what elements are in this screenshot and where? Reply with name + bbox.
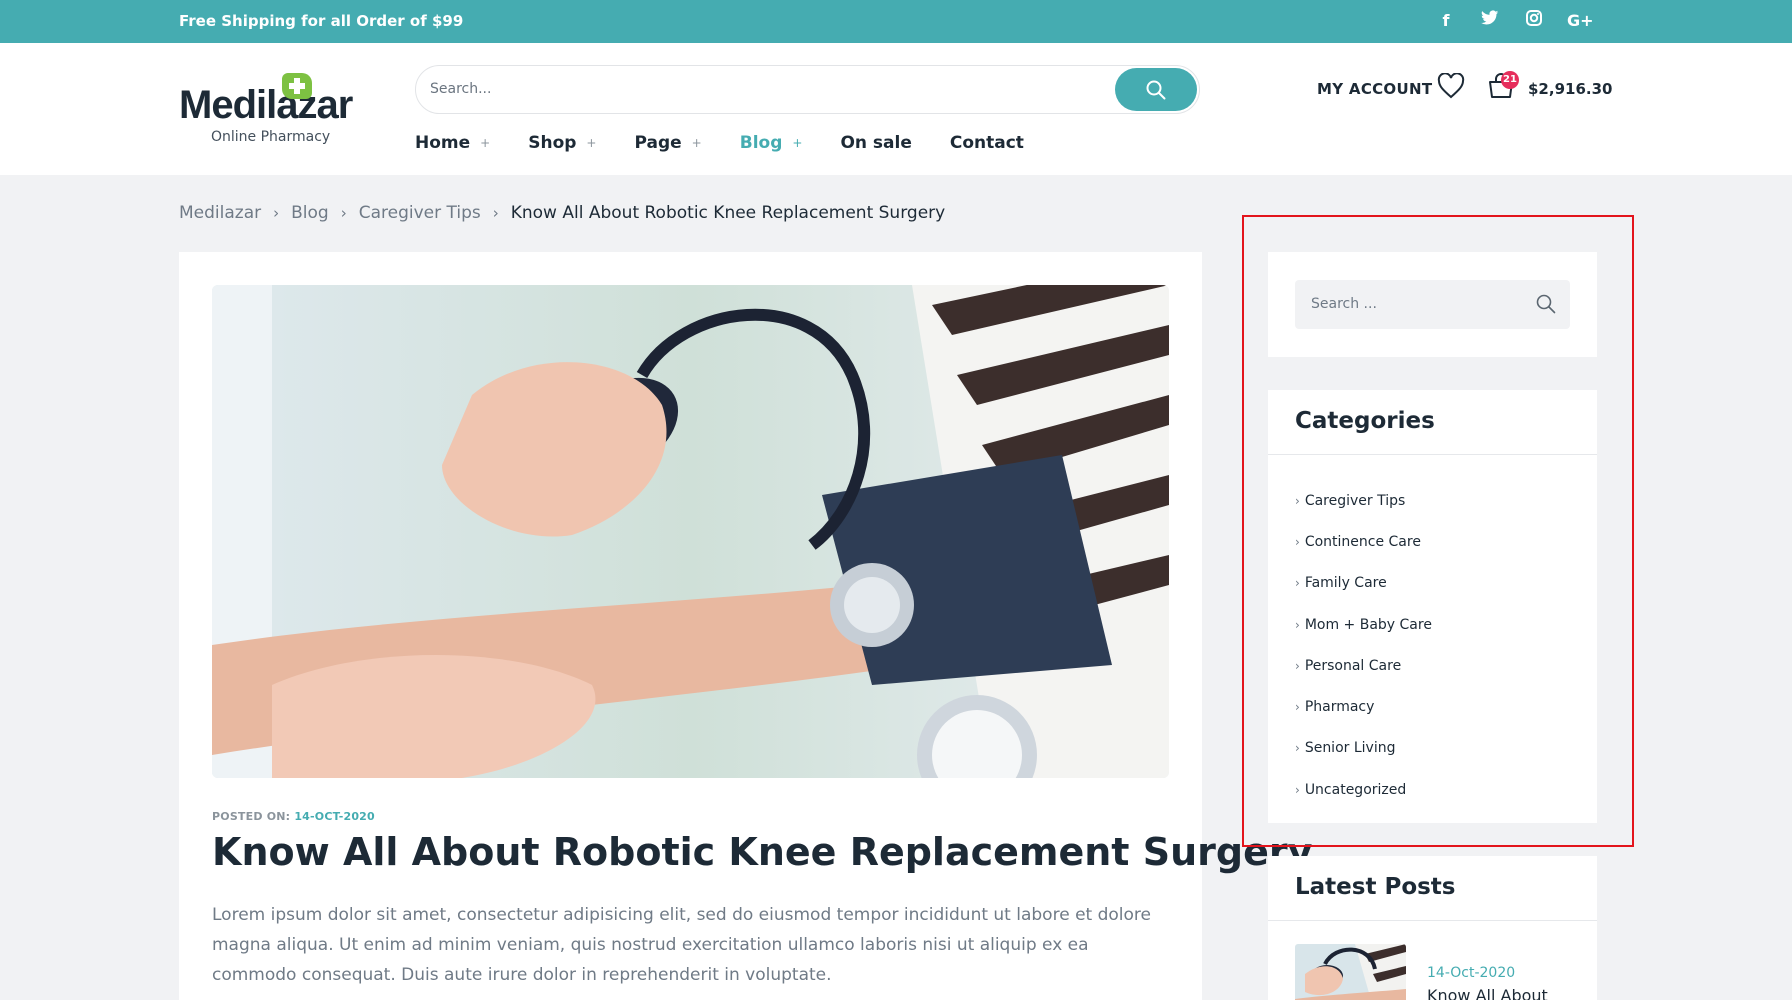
cart-button[interactable]: 21 [1487, 71, 1519, 103]
nav-label: On sale [840, 133, 912, 153]
top-bar: Free Shipping for all Order of $99 f G+ [0, 0, 1792, 43]
expand-icon: + [586, 136, 597, 150]
post-date[interactable]: 14-OCT-2020 [294, 810, 375, 823]
divider [1268, 920, 1597, 921]
header-search: Search... [415, 65, 1200, 114]
latest-post-title[interactable]: Know All About [1427, 986, 1548, 1000]
expand-icon: + [480, 136, 491, 150]
breadcrumb-link[interactable]: Medilazar [179, 203, 261, 223]
search-button[interactable] [1115, 68, 1197, 111]
posted-on-label: POSTED ON: [212, 810, 291, 823]
post-title: Know All About Robotic Knee Replacement … [212, 830, 1313, 874]
nav-label: Contact [949, 133, 1024, 153]
nav-item-blog[interactable]: Blog + [740, 133, 803, 153]
expand-icon: + [792, 136, 803, 150]
breadcrumb-link[interactable]: Blog [291, 203, 329, 223]
latest-posts-title: Latest Posts [1295, 874, 1456, 900]
nav-label: Blog [739, 133, 783, 153]
highlight-box [1242, 215, 1634, 847]
breadcrumb: Medilazar › Blog › Caregiver Tips › Know… [179, 203, 945, 223]
nav-item-shop[interactable]: Shop + [528, 133, 596, 153]
nav-item-contact[interactable]: Contact [950, 133, 1024, 153]
search-input[interactable]: Search... [430, 81, 491, 97]
main-nav: Home + Shop + Page + Blog + On sale Contact [415, 133, 1062, 153]
expand-icon: + [691, 136, 702, 150]
breadcrumb-current: Know All About Robotic Knee Replacement … [510, 203, 946, 223]
blog-post: POSTED ON: 14-OCT-2020 Know All About Ro… [179, 252, 1312, 1000]
nav-label: Shop [528, 133, 577, 153]
wishlist-heart-icon[interactable] [1437, 73, 1465, 99]
latest-posts-widget: Latest Posts 14-Oct-2020 Know All About [1268, 856, 1597, 1000]
search-icon [1146, 80, 1166, 100]
social-links: f G+ [1435, 10, 1594, 32]
twitter-icon[interactable] [1479, 10, 1501, 32]
nav-label: Page [634, 133, 682, 153]
cart-count-badge: 21 [1501, 71, 1519, 89]
latest-post-thumbnail[interactable] [1295, 944, 1406, 1000]
post-excerpt: Lorem ipsum dolor sit amet, consectetur … [212, 905, 1151, 985]
nav-item-home[interactable]: Home + [415, 133, 490, 153]
post-featured-image[interactable] [212, 285, 1169, 778]
chevron-right-icon: › [273, 204, 280, 222]
latest-post-date[interactable]: 14-Oct-2020 [1427, 965, 1515, 981]
cart-total[interactable]: $2,916.30 [1528, 80, 1612, 98]
site-header: Medilazar Online Pharmacy Search... MY A… [0, 43, 1792, 175]
logo-tagline: Online Pharmacy [211, 129, 331, 145]
logo[interactable]: Medilazar Online Pharmacy [179, 73, 364, 145]
breadcrumb-link[interactable]: Caregiver Tips [359, 203, 481, 223]
post-meta: POSTED ON: 14-OCT-2020 [212, 810, 375, 823]
pharmacy-cross-icon [282, 73, 312, 99]
my-account-link[interactable]: MY ACCOUNT [1317, 80, 1432, 98]
chevron-right-icon: › [340, 204, 347, 222]
shipping-notice: Free Shipping for all Order of $99 [179, 12, 464, 30]
google-plus-icon[interactable]: G+ [1567, 10, 1594, 32]
nav-item-page[interactable]: Page + [634, 133, 701, 153]
facebook-icon[interactable]: f [1435, 10, 1457, 32]
nav-label: Home [415, 133, 471, 153]
chevron-right-icon: › [492, 204, 499, 222]
nav-item-on-sale[interactable]: On sale [840, 133, 911, 153]
instagram-icon[interactable] [1523, 10, 1545, 32]
logo-name: Medilazar [179, 83, 353, 127]
